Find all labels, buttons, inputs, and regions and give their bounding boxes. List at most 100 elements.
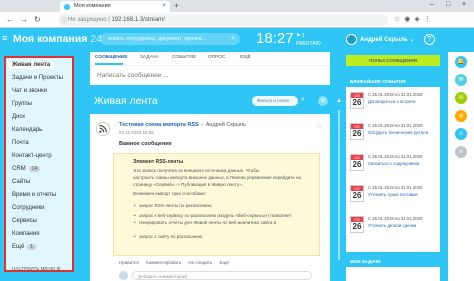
filter-input[interactable]: Фильтр и поиск — [252, 96, 298, 106]
menu-item-crm[interactable]: CRM 14 — [12, 166, 41, 172]
like-link[interactable]: Нравится — [119, 260, 139, 265]
event-title[interactable]: Договориться о встрече — [368, 99, 416, 105]
menu-item-calendar[interactable]: Календарь — [12, 127, 42, 133]
notifications-icon[interactable]: 🔔 — [455, 56, 467, 68]
avatar[interactable] — [346, 34, 357, 45]
menu-item-contact-center[interactable]: Контакт-центр — [12, 153, 52, 159]
composer-tabs: СООБЩЕНИЕ ЗАДАЧА СОБЫТИЕ ОПРОС ЕЩЁ — [90, 52, 330, 65]
clock: 18:27 — [256, 30, 294, 47]
help-icon[interactable]: ? — [424, 34, 435, 45]
portal-header: ≡ Моя компания 24 искать сотрудника, док… — [0, 28, 474, 52]
scrollbar[interactable] — [338, 110, 340, 260]
comment-input[interactable]: Добавить комментарий — [132, 271, 312, 280]
menu-item-chat[interactable]: Чат и звонки — [12, 88, 47, 94]
event-title[interactable]: Уточнить сроки поставки — [368, 192, 418, 198]
back-icon[interactable]: ← — [6, 15, 14, 24]
menu-item-mail[interactable]: Почта — [12, 140, 29, 146]
more-link[interactable]: Ещё — [220, 260, 229, 265]
event-title[interactable]: Связаться с подрядчиком — [368, 161, 419, 167]
close-window-icon[interactable]: × — [462, 1, 466, 8]
menu-item-tasks[interactable]: Задачи и Проекты — [12, 75, 63, 81]
left-menu: Живая лента Задачи и Проекты Чат и звонк… — [4, 56, 74, 272]
info-icon[interactable]: ⓘ — [61, 16, 67, 25]
comment-link[interactable]: Комментировать — [146, 260, 181, 265]
reload-icon[interactable]: ↻ — [34, 15, 41, 24]
event-item[interactable]: Сб 26 С 26.01.2019 по 31.01.2020 Обсудить… — [350, 123, 438, 153]
event-date: С 26.01.2019 по 31.01.2020 — [368, 216, 423, 221]
forward-icon[interactable]: → — [20, 15, 28, 24]
tab-event[interactable]: СОБЫТИЕ — [172, 55, 196, 60]
workday-flag: ⚑ 1 — [296, 33, 305, 39]
tab-task[interactable]: ЗАДАЧА — [140, 55, 159, 60]
address-bar: ← → ↻ ⓘ Не защищено | 192.168.1.3/stream… — [0, 12, 474, 28]
event-item[interactable]: Сб 26 С 26.01.2019 по 31.01.2020 Договори… — [350, 92, 438, 122]
menu-item-groups[interactable]: Группы — [12, 101, 32, 107]
favicon-icon — [64, 4, 70, 10]
minimize-icon[interactable]: – — [430, 1, 434, 8]
tasks-widget: МОИ ЗАДАЧИ — [346, 256, 440, 281]
event-item[interactable]: Сб 26 С 26.01.2019 по 31.01.2020 Уточнить… — [350, 216, 438, 246]
url-input[interactable]: ⓘ Не защищено | 192.168.1.3/stream/ — [58, 14, 388, 26]
grant-button[interactable]: ПОЛЬЗ СООБЩЕНИЯ — [346, 55, 440, 66]
gear-icon: ⚙ — [56, 266, 61, 271]
menu-item-feed[interactable]: Живая лента — [8, 61, 55, 69]
close-tab-icon[interactable]: × — [162, 3, 166, 9]
browser-tab[interactable]: Моя компания × — [60, 1, 170, 12]
menu-item-employees[interactable]: Сотрудники — [12, 205, 45, 211]
event-title[interactable]: Уточнить детали сделки — [368, 223, 416, 229]
calendar-icon: Сб 26 — [350, 185, 364, 202]
crm-counter: 14 — [28, 166, 41, 172]
search-placeholder: искать сотрудника, документ, прочее... — [108, 36, 207, 42]
tasks-title: МОИ ЗАДАЧИ — [346, 256, 440, 267]
calendar-icon: Сб 26 — [350, 154, 364, 171]
menu-item-services[interactable]: Сервисы — [12, 218, 37, 224]
search-input[interactable]: искать сотрудника, документ, прочее... ⌕ — [100, 33, 240, 45]
tab-poll[interactable]: ОПРОС — [208, 55, 225, 60]
new-tab-icon[interactable]: + — [174, 1, 179, 10]
search-icon[interactable]: ⌕ — [231, 35, 235, 43]
phone-icon[interactable]: ☏ — [455, 92, 467, 104]
tab-message[interactable]: СООБЩЕНИЕ — [95, 55, 127, 60]
menu-item-more[interactable]: Ещё 1 — [12, 244, 37, 250]
info-box-line: Эта запись получена из внешнего источник… — [133, 168, 260, 173]
company-logo[interactable]: Моя компания 24 — [13, 33, 102, 45]
menu-burger-icon[interactable]: ≡ — [2, 34, 11, 43]
post-heading: Важное сообщение — [119, 141, 172, 147]
message-composer[interactable]: Написать сообщение ... — [90, 65, 330, 85]
event-title[interactable]: Обсудить технические детали — [368, 130, 428, 136]
post-actions: Нравится Комментировать Не следить Ещё — [119, 260, 235, 265]
feed-settings-icon[interactable]: ⚙ — [318, 96, 328, 106]
url-text: 192.168.1.3/stream/ — [111, 16, 165, 23]
event-item[interactable]: Сб 26 С 26.01.2019 по 31.01.2020 Связатьс… — [350, 154, 438, 184]
search-contacts-icon[interactable]: ⌕ — [455, 146, 467, 158]
menu-item-sites[interactable]: Сайты — [12, 179, 30, 185]
configure-menu-link[interactable]: НАСТРОИТЬ МЕНЮ ⚙ — [12, 266, 60, 272]
tab-more[interactable]: ЕЩЁ — [240, 55, 251, 60]
composer-placeholder: Написать сообщение ... — [97, 72, 169, 79]
event-date: С 26.01.2019 по 31.01.2020 — [368, 154, 423, 159]
extension-icons[interactable]: ☆◉◈⋮ — [394, 15, 435, 23]
user-menu[interactable]: Андрей Скрыль ⌄ — [360, 36, 414, 43]
maximize-icon[interactable]: □ — [446, 1, 450, 8]
messenger-icon[interactable]: ✉ — [455, 74, 467, 86]
unfollow-link[interactable]: Не следить — [188, 260, 212, 265]
page-title: Живая лента — [94, 95, 158, 107]
filter-search-icon[interactable]: ⌕ — [301, 96, 305, 104]
workday-status: РАБОТАЮ — [296, 41, 321, 47]
comment-row: Добавить комментарий — [119, 270, 319, 281]
workday-widget[interactable]: ⚑ 1 РАБОТАЮ — [296, 32, 321, 48]
info-box-bullet: запрос к веб-сервису по расписанию (моду… — [134, 213, 291, 218]
info-box: Элемент RSS-ленты Эта запись получена из… — [113, 153, 320, 256]
open-lines-icon[interactable]: ◎ — [455, 110, 467, 122]
favorite-star-icon[interactable]: ☆ — [316, 122, 322, 130]
event-item[interactable]: Сб 26 С 26.01.2019 по 31.01.2020 Уточнить… — [350, 185, 438, 215]
menu-item-disk[interactable]: Диск — [12, 114, 25, 120]
browser-tab-title: Моя компания — [74, 3, 111, 9]
events-widget: БЛИЖАЙШИЕ СОБЫТИЯ Сб 26 С 26.01.2019 по 3… — [346, 76, 440, 252]
menu-item-company[interactable]: Компания — [12, 231, 39, 237]
menu-item-time[interactable]: Время и отчеты — [12, 192, 56, 198]
scroll-up-icon[interactable]: ▲ — [336, 98, 342, 104]
post-author[interactable]: Тестовая схема импорта RSS» Андрей Скрыль — [119, 122, 246, 128]
event-date: С 26.01.2019 по 31.01.2020 — [368, 92, 423, 97]
contact-icon[interactable]: ☺ — [455, 128, 467, 140]
